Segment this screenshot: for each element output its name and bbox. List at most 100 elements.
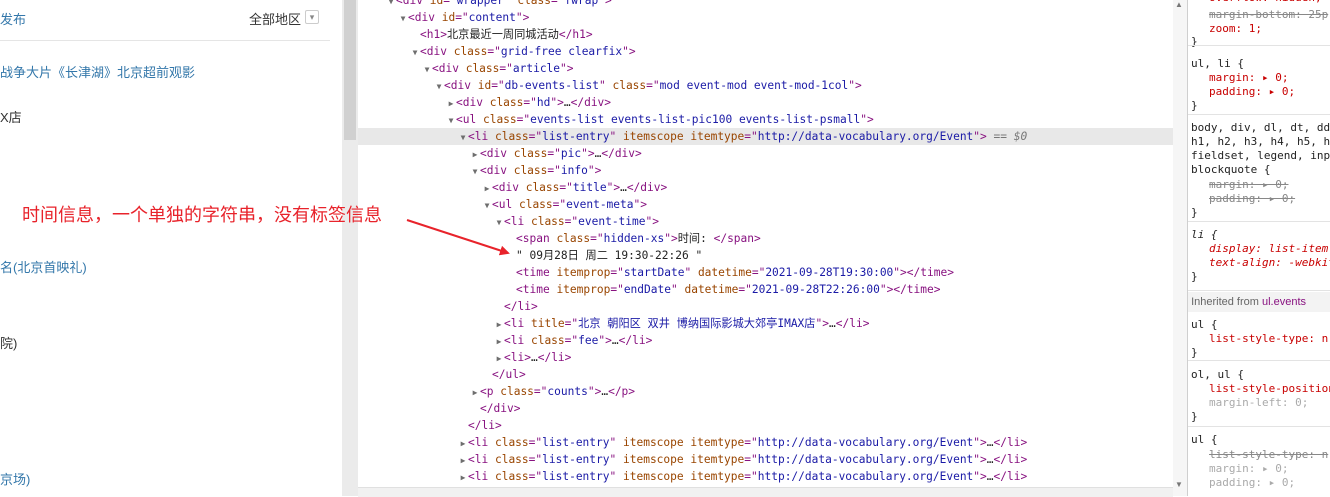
expanded-triangle-icon[interactable]: ▼ (422, 61, 432, 78)
collapsed-triangle-icon[interactable]: ▶ (494, 333, 504, 350)
event-link-3[interactable]: 京场) (0, 469, 30, 488)
style-line[interactable]: margin-left: 0; (1191, 396, 1308, 410)
event-link-1[interactable]: 战争大片《长津湖》北京超前观影 (0, 62, 195, 81)
dom-node-text: <li class="list-entry" itemscope itemtyp… (468, 470, 1028, 483)
expanded-triangle-icon[interactable]: ▼ (410, 44, 420, 61)
dom-node[interactable]: ▶<li class="list-entry" itemscope itemty… (358, 434, 1173, 451)
dom-node[interactable]: ▶ <p class="counts">…</p> (358, 383, 1173, 400)
event-link-2[interactable]: 名(北京首映礼) (0, 257, 87, 276)
style-line: ul, li { (1191, 57, 1244, 70)
dom-node[interactable]: ▶<li class="list-entry" itemscope itemty… (358, 451, 1173, 468)
dom-node[interactable]: <span class="hidden-xs">时间: </span> (358, 230, 1173, 247)
style-line[interactable]: list-style-type: n (1191, 332, 1328, 346)
dom-node[interactable]: " 09月28日 周二 19:30-22:26 " (358, 247, 1173, 264)
expanded-triangle-icon[interactable]: ▼ (434, 78, 444, 95)
collapsed-triangle-icon[interactable]: ▶ (446, 95, 456, 112)
dom-node-text: <span class="hidden-xs">时间: </span> (516, 232, 761, 245)
style-rule-divider (1188, 426, 1330, 427)
dom-node[interactable]: </li> (358, 298, 1173, 315)
expanded-triangle-icon[interactable]: ▼ (470, 163, 480, 180)
style-line[interactable]: margin: ▸ 0; (1191, 178, 1288, 192)
dom-node[interactable]: ▼ <li class="event-time"> (358, 213, 1173, 230)
style-line[interactable]: list-style-type: n (1191, 448, 1328, 462)
dom-node-text: <time itemprop="startDate" datetime="202… (516, 266, 954, 279)
style-line[interactable]: margin-bottom: 25p (1191, 8, 1328, 22)
style-rule-divider (1188, 114, 1330, 115)
dom-node-text: </li> (504, 300, 538, 313)
dom-node[interactable]: ▼ <div id="db-events-list" class="mod eve… (358, 77, 1173, 94)
expanded-triangle-icon[interactable]: ▼ (482, 197, 492, 214)
collapsed-triangle-icon[interactable]: ▶ (458, 469, 468, 486)
style-line[interactable]: margin: ▸ 0; (1191, 71, 1288, 85)
dom-node[interactable]: <h1>北京最近一周同城活动</h1> (358, 26, 1173, 43)
dom-node[interactable]: ▶ <div class="pic">…</div> (358, 145, 1173, 162)
collapsed-triangle-icon[interactable]: ▶ (494, 316, 504, 333)
collapsed-triangle-icon[interactable]: ▶ (470, 146, 480, 163)
page-scrollbar[interactable] (342, 0, 358, 496)
dom-node[interactable]: </li> (358, 417, 1173, 434)
style-line: body, div, dl, dt, dd (1191, 121, 1330, 134)
page-header: 发布 全部地区 ▾ (0, 0, 330, 41)
dom-node[interactable]: <time itemprop="endDate" datetime="2021-… (358, 281, 1173, 298)
dom-node[interactable]: ▶<li class="list-entry" itemscope itemty… (358, 468, 1173, 485)
style-line[interactable]: overflow: hidden; (1191, 0, 1322, 5)
event-venue-1: X店 (0, 110, 22, 125)
collapsed-triangle-icon[interactable]: ▶ (470, 384, 480, 401)
dom-node[interactable]: ▼ <div class="article"> (358, 60, 1173, 77)
style-line[interactable]: padding: ▸ 0; (1191, 85, 1295, 99)
scrollbar-thumb[interactable] (344, 0, 356, 140)
dom-node[interactable]: ▼ <div id="content"> (358, 9, 1173, 26)
dom-node-text: <div class="info"> (480, 164, 602, 177)
dom-node[interactable]: <time itemprop="startDate" datetime="202… (358, 264, 1173, 281)
style-line: } (1191, 270, 1198, 283)
style-line[interactable]: zoom: 1; (1191, 22, 1262, 36)
dom-node-text: <li class="list-entry" itemscope itemtyp… (468, 130, 987, 143)
dom-node[interactable]: ▶ <div class="title">…</div> (358, 179, 1173, 196)
style-line[interactable]: list-style-position (1191, 382, 1330, 396)
style-line: } (1191, 35, 1198, 48)
dom-node-text: <ul class="event-meta"> (492, 198, 647, 211)
style-line[interactable]: display: list-item (1191, 242, 1328, 256)
style-line[interactable]: padding: ▸ 0; (1191, 192, 1295, 206)
style-line: ul { (1191, 318, 1218, 331)
dom-node[interactable]: ▶ <div class="hd">…</div> (358, 94, 1173, 111)
region-select[interactable]: 全部地区 (249, 9, 301, 28)
collapsed-triangle-icon[interactable]: ▶ (458, 452, 468, 469)
elements-scrollbar[interactable]: ▲ ▼ (1173, 0, 1187, 496)
dom-node[interactable]: ▼ <div id="wrapper" class="fwrap"> (358, 0, 1173, 9)
dom-node[interactable]: </div> (358, 400, 1173, 417)
dom-node-text: " 09月28日 周二 19:30-22:26 " (516, 249, 703, 262)
chevron-down-icon[interactable]: ▾ (305, 10, 319, 24)
style-line: } (1191, 410, 1198, 423)
dom-node[interactable]: ▼ <ul class="events-list events-list-pic1… (358, 111, 1173, 128)
dom-node[interactable]: </ul> (358, 366, 1173, 383)
inherited-from-header: Inherited from ul.events (1188, 292, 1330, 312)
dom-node[interactable]: ▶ <li class="fee">…</li> (358, 332, 1173, 349)
scroll-down-icon[interactable]: ▼ (1175, 480, 1183, 489)
dom-node-text: </li> (468, 419, 502, 432)
style-line[interactable]: margin: ▸ 0; (1191, 462, 1288, 476)
dom-node[interactable]: ▼ <ul class="event-meta"> (358, 196, 1173, 213)
style-line: ol, ul { (1191, 368, 1244, 381)
expanded-triangle-icon[interactable]: ▼ (458, 129, 468, 146)
annotation-text: 时间信息，一个单独的字符串，没有标签信息 (22, 205, 382, 225)
style-line[interactable]: text-align: -webkit (1191, 256, 1330, 270)
dom-node[interactable]: ▼ <div class="info"> (358, 162, 1173, 179)
dom-node[interactable]: ▼ <div class="grid-free clearfix"> (358, 43, 1173, 60)
dom-node-text: <li title="北京 朝阳区 双井 博纳国际影城大郊亭IMAX店">…</… (504, 317, 870, 330)
scroll-up-icon[interactable]: ▲ (1175, 0, 1183, 9)
collapsed-triangle-icon[interactable]: ▶ (482, 180, 492, 197)
collapsed-triangle-icon[interactable]: ▶ (494, 350, 504, 367)
inherited-selector-link[interactable]: ul.events (1262, 296, 1306, 308)
expanded-triangle-icon[interactable]: ▼ (398, 10, 408, 27)
style-line[interactable]: padding: ▸ 0; (1191, 476, 1295, 490)
publish-link[interactable]: 发布 (0, 9, 26, 28)
dom-node[interactable]: ▼ <li class="list-entry" itemscope itemty… (358, 128, 1173, 145)
style-line: h1, h2, h3, h4, h5, h (1191, 135, 1330, 148)
collapsed-triangle-icon[interactable]: ▶ (458, 435, 468, 452)
expanded-triangle-icon[interactable]: ▼ (446, 112, 456, 129)
dom-node[interactable]: ▶ <li title="北京 朝阳区 双井 博纳国际影城大郊亭IMAX店">…<… (358, 315, 1173, 332)
dom-node[interactable]: ▶ <li>…</li> (358, 349, 1173, 366)
expanded-triangle-icon[interactable]: ▼ (494, 214, 504, 231)
style-rule-divider (1188, 221, 1330, 222)
